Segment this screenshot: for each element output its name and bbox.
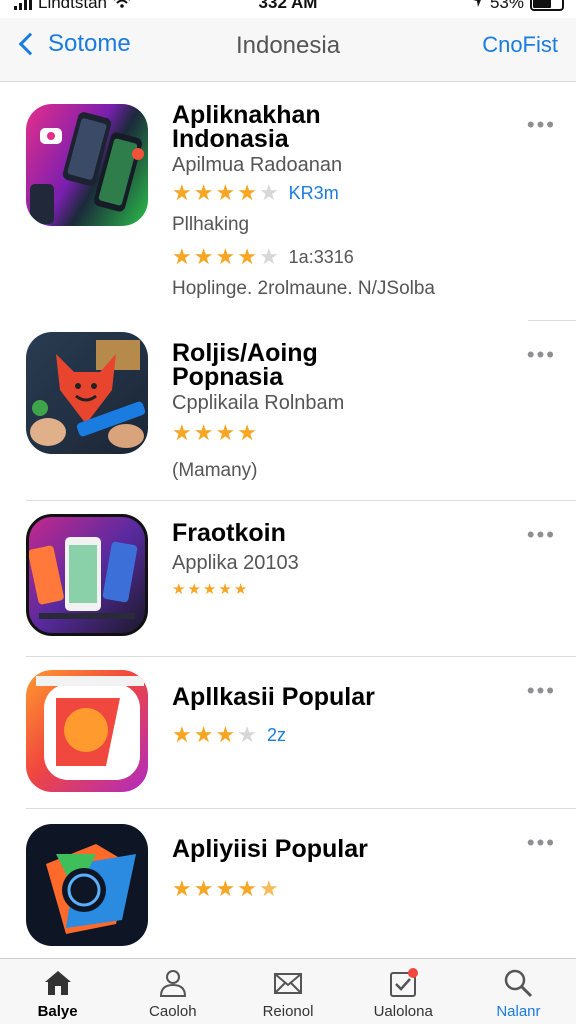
- rating-stars-4: ★ ★ ★ ★ 2z: [172, 724, 286, 746]
- more-icon[interactable]: •••: [527, 830, 556, 856]
- star-icon: ★: [237, 180, 257, 205]
- app-footer-1: Hoplinge. 2rolmaune. N/JSolba: [172, 278, 435, 299]
- more-icon[interactable]: •••: [527, 522, 556, 548]
- tab-search[interactable]: Nalanr: [461, 959, 576, 1024]
- rating-stars-2: ★ ★ ★ ★: [172, 422, 257, 444]
- rating-stars-5: ★ ★ ★ ★ ★: [172, 878, 279, 900]
- star-icon: ★: [172, 581, 186, 598]
- app-icon-5[interactable]: [26, 824, 148, 946]
- app-row-4[interactable]: Apllkasii Popular ★ ★ ★ ★ 2z •••: [0, 656, 576, 809]
- app-row-3[interactable]: Fraotkoin Applika 20103 ★ ★ ★ ★ ★ •••: [0, 500, 576, 657]
- app-title-2-line2: Popnasia: [172, 363, 284, 391]
- navigation-bar: Sotome Indonesia CnoFist: [0, 18, 576, 82]
- battery-icon: [530, 0, 564, 11]
- rating-count-4: 2z: [266, 724, 286, 745]
- tab-label: Nalanr: [496, 1003, 541, 1020]
- rating-stars-1: ★ ★ ★ ★ ★ KR3m: [172, 182, 339, 204]
- updates-icon: [387, 967, 419, 999]
- status-right: 53%: [472, 0, 564, 13]
- rating-count-1: KR3m: [288, 182, 339, 203]
- star-icon: ★: [187, 581, 201, 598]
- app-title-4: Apllkasii Popular: [172, 683, 375, 711]
- status-bar: Lindtstan 332 AM 53%: [0, 0, 576, 18]
- rating-stars-1b: ★ ★ ★ ★ ★ 1a:3316: [172, 246, 354, 268]
- tab-label: Ualolona: [373, 1003, 433, 1020]
- star-icon: ★: [215, 244, 236, 269]
- app-row-2[interactable]: Roljis/Aoing Popnasia Cpplikaila Rolnbam…: [0, 320, 576, 501]
- star-icon: ★: [172, 244, 192, 269]
- tab-label: Reionol: [262, 1003, 314, 1020]
- star-icon: ★: [193, 180, 214, 205]
- star-empty-icon: ★: [237, 722, 257, 747]
- location-arrow-icon: [472, 0, 484, 13]
- star-icon: ★: [233, 581, 248, 598]
- tab-label: Balye: [37, 1003, 78, 1020]
- star-empty-icon: ★: [258, 244, 279, 269]
- tab-updates[interactable]: Ualolona: [346, 959, 461, 1024]
- star-icon: ★: [215, 180, 236, 205]
- rating-count-1b: 1a:3316: [288, 246, 354, 267]
- star-icon: ★: [193, 722, 214, 747]
- star-empty-icon: ★: [258, 180, 279, 205]
- tab-label: Caoloh: [149, 1003, 197, 1020]
- search-icon: [502, 967, 534, 999]
- app-row-1[interactable]: Apliknakhan Indonasia Apilmua Radoanan ★…: [0, 82, 576, 321]
- star-icon: ★: [172, 180, 192, 205]
- app-extra-2: (Mamany): [172, 460, 258, 481]
- battery-percent: 53%: [489, 0, 524, 12]
- star-icon: ★: [202, 581, 217, 598]
- more-icon[interactable]: •••: [527, 678, 556, 704]
- star-icon: ★: [237, 420, 257, 445]
- app-title-5: Apliyiisi Popular: [172, 835, 368, 863]
- app-subtitle-1: Apilmua Radoanan: [172, 154, 343, 176]
- star-icon: ★: [215, 722, 236, 747]
- home-icon: [42, 967, 74, 999]
- rating-stars-3: ★ ★ ★ ★ ★: [172, 582, 247, 597]
- app-subtitle-2: Cpplikaila Rolnbam: [172, 392, 345, 414]
- star-icon: ★: [237, 244, 257, 269]
- star-icon: ★: [172, 722, 192, 747]
- more-icon[interactable]: •••: [527, 342, 556, 368]
- star-icon: ★: [218, 581, 232, 598]
- star-icon: ★: [215, 420, 236, 445]
- app-title-3: Fraotkoin: [172, 519, 286, 547]
- app-row-5[interactable]: Apliyiisi Popular ★ ★ ★ ★ ★ •••: [0, 808, 576, 958]
- tab-profile[interactable]: Caoloh: [115, 959, 230, 1024]
- app-icon-1[interactable]: [26, 104, 148, 226]
- app-icon-4[interactable]: [26, 670, 148, 792]
- app-icon-3[interactable]: [26, 514, 148, 636]
- star-icon: ★: [172, 420, 192, 445]
- tab-bar: Balye Caoloh Reionol Ualolona Nalanr: [0, 958, 576, 1024]
- star-icon: ★: [193, 244, 214, 269]
- star-icon: ★: [193, 420, 214, 445]
- star-half-icon: ★: [258, 876, 279, 901]
- app-subtitle-3: Applika 20103: [172, 552, 299, 574]
- star-icon: ★: [215, 876, 236, 901]
- more-icon[interactable]: •••: [527, 112, 556, 138]
- star-icon: ★: [193, 876, 214, 901]
- app-icon-2[interactable]: [26, 332, 148, 454]
- star-icon: ★: [172, 876, 192, 901]
- person-icon: [157, 967, 189, 999]
- nav-right-button[interactable]: CnoFist: [482, 32, 558, 58]
- app-title-1-line2: Indonasia: [172, 125, 289, 153]
- star-icon: ★: [237, 876, 257, 901]
- tab-messages[interactable]: Reionol: [230, 959, 345, 1024]
- app-extra-1: Pllhaking: [172, 214, 250, 235]
- tab-home[interactable]: Balye: [0, 959, 115, 1024]
- envelope-icon: [272, 967, 304, 999]
